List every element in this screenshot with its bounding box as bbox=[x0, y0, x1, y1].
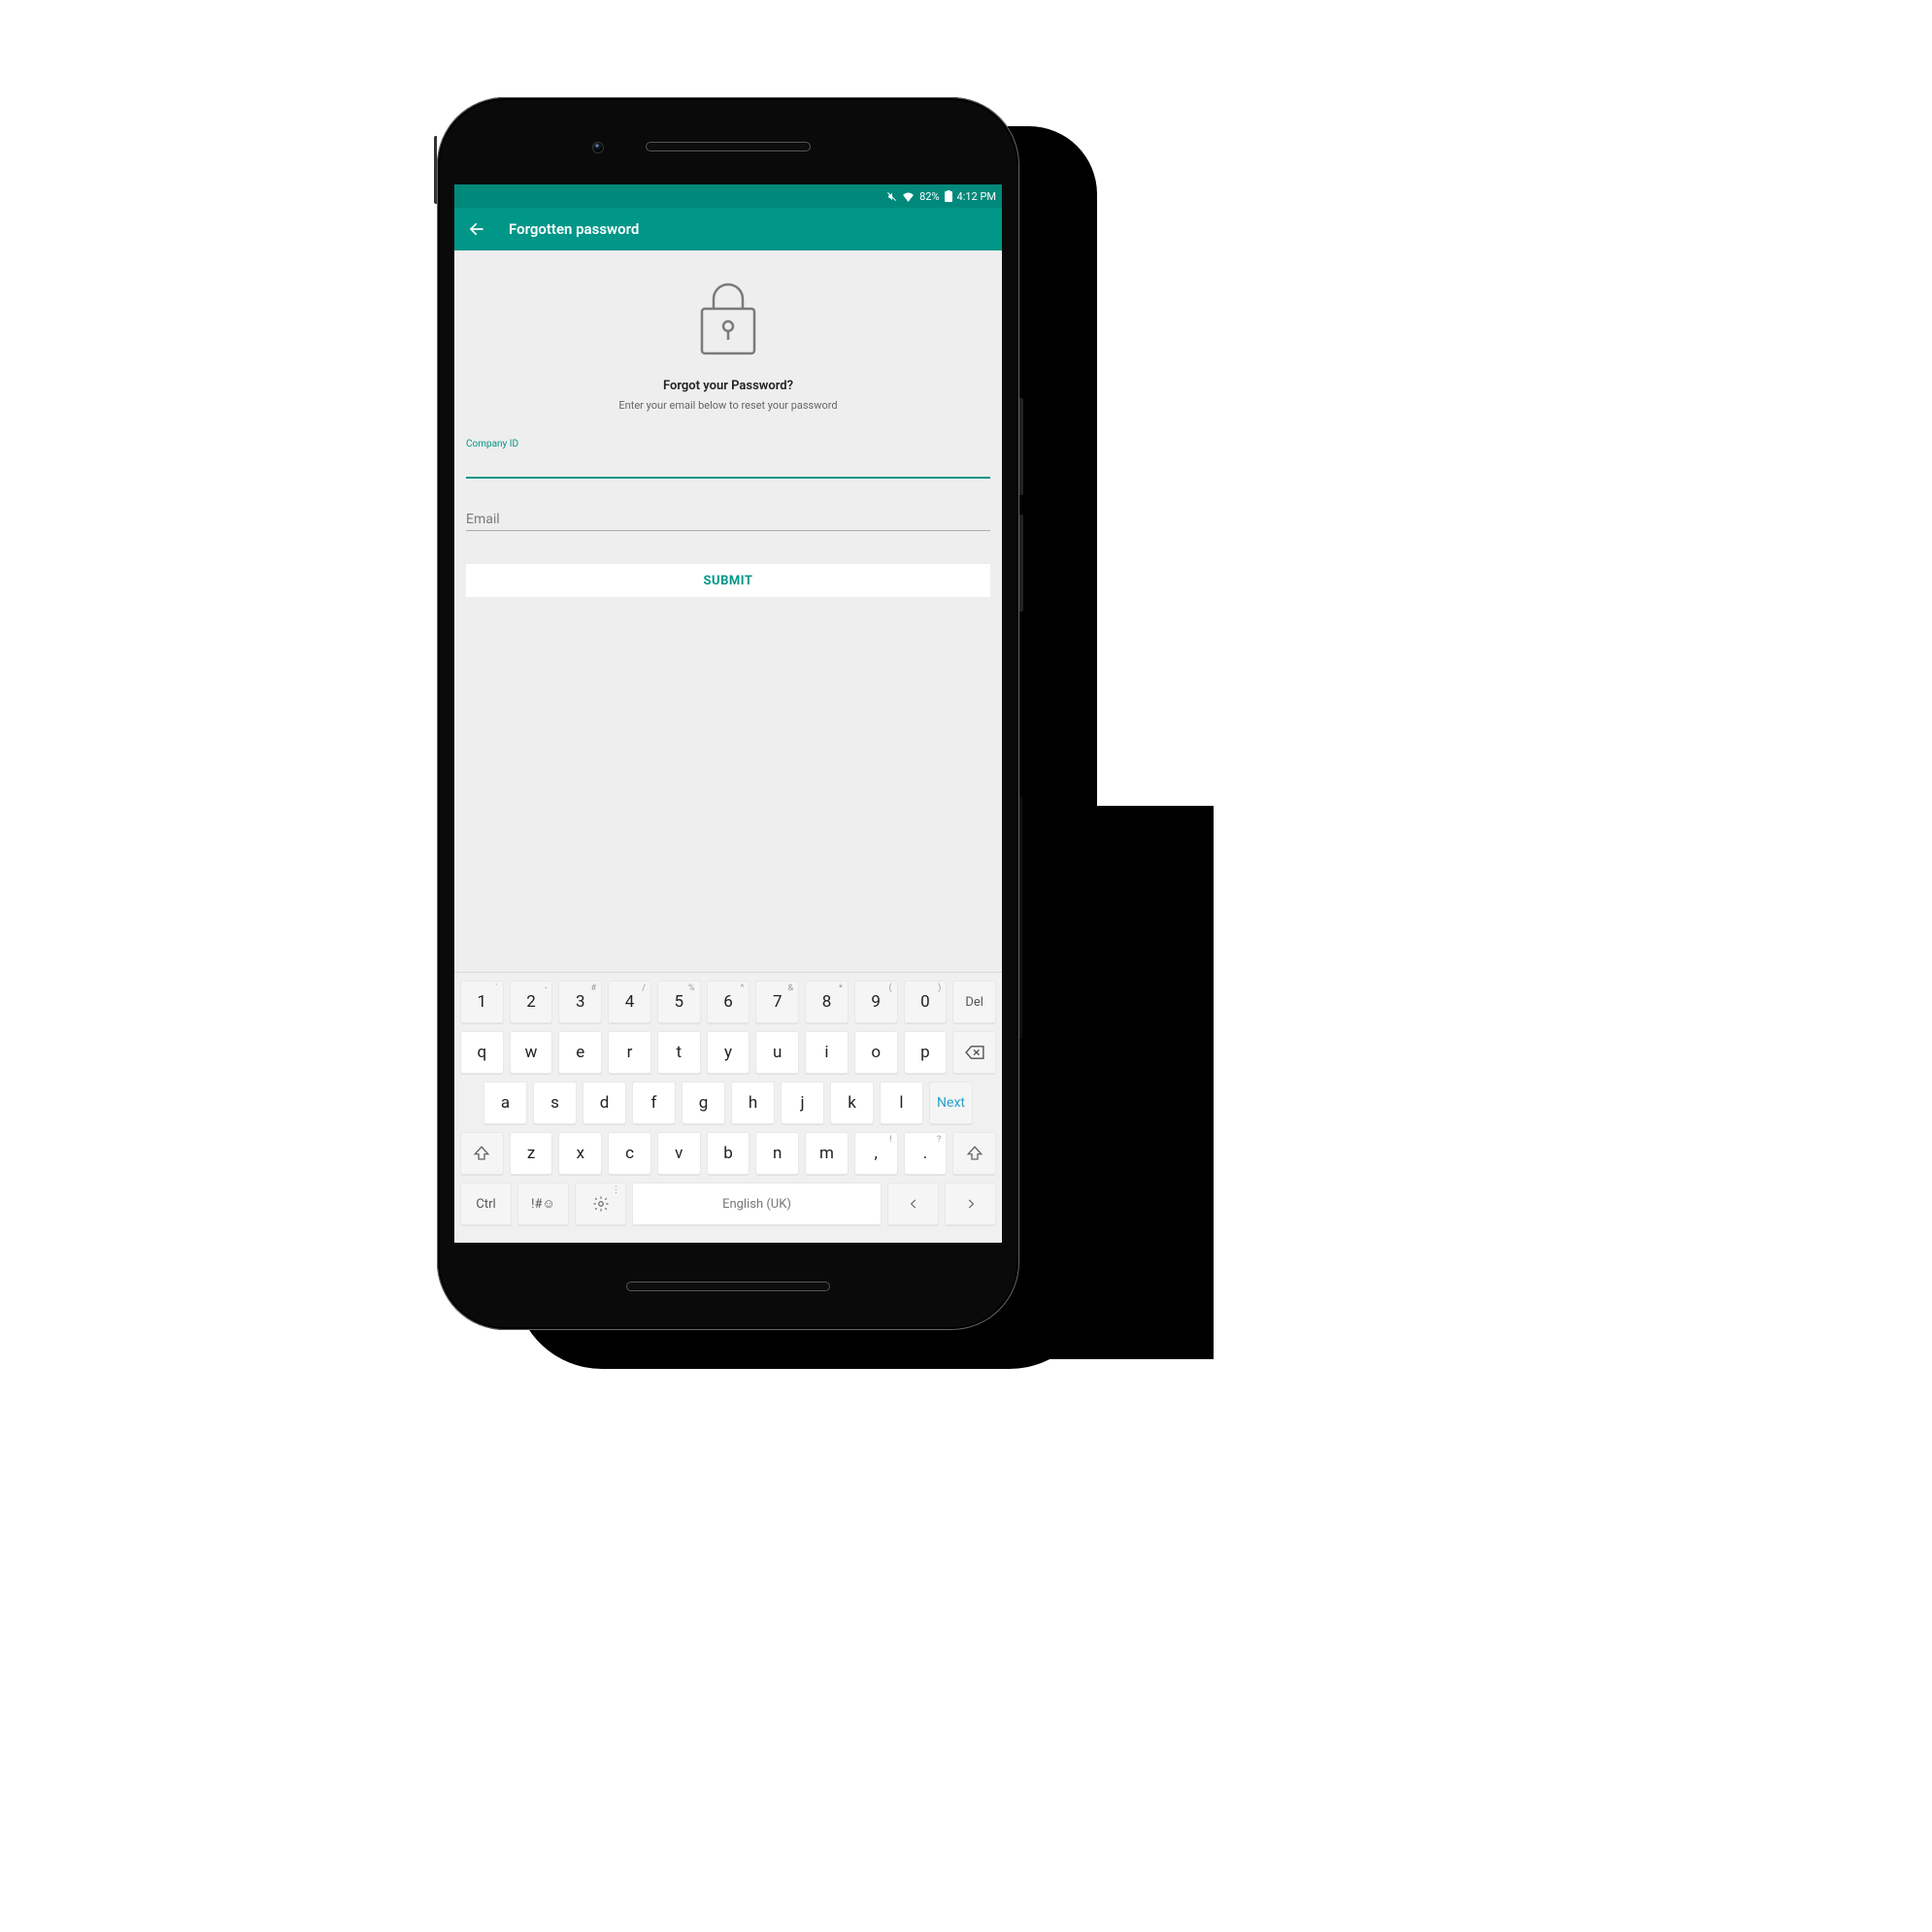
back-icon[interactable] bbox=[468, 220, 485, 238]
key-s[interactable]: s bbox=[533, 1082, 577, 1124]
battery-icon bbox=[945, 190, 952, 202]
content: Forgot your Password? Enter your email b… bbox=[454, 250, 1002, 597]
key-l[interactable]: l bbox=[880, 1082, 923, 1124]
lock-icon bbox=[466, 280, 990, 361]
key-9[interactable]: 9( bbox=[854, 981, 898, 1023]
key-b[interactable]: b bbox=[707, 1132, 750, 1175]
key-m[interactable]: m bbox=[805, 1132, 849, 1175]
key-arrow-left[interactable] bbox=[887, 1183, 939, 1225]
key-2[interactable]: 2- bbox=[510, 981, 553, 1023]
key-x[interactable]: x bbox=[558, 1132, 602, 1175]
key-shift-right[interactable] bbox=[952, 1132, 996, 1175]
key-n[interactable]: n bbox=[755, 1132, 799, 1175]
keyboard-row-3: asdfghjklNext bbox=[460, 1082, 996, 1124]
app-bar: Forgotten password bbox=[454, 208, 1002, 250]
phone-volume-up bbox=[1019, 398, 1023, 495]
key-space[interactable]: English (UK) bbox=[632, 1183, 882, 1225]
key-q[interactable]: q bbox=[460, 1031, 504, 1074]
key-r[interactable]: r bbox=[608, 1031, 651, 1074]
key-y[interactable]: y bbox=[707, 1031, 750, 1074]
key-t[interactable]: t bbox=[657, 1031, 701, 1074]
keyboard-row-2: qwertyuiop bbox=[460, 1031, 996, 1074]
app-bar-title: Forgotten password bbox=[509, 220, 639, 238]
key-w[interactable]: w bbox=[510, 1031, 553, 1074]
mute-icon bbox=[886, 191, 897, 202]
key-backspace[interactable] bbox=[952, 1031, 996, 1074]
key-z[interactable]: z bbox=[510, 1132, 553, 1175]
key-comma[interactable]: ,! bbox=[854, 1132, 898, 1175]
email-field: . bbox=[466, 506, 990, 531]
key-symbols[interactable]: !#☺ bbox=[517, 1183, 569, 1225]
key-3[interactable]: 3# bbox=[558, 981, 602, 1023]
key-o[interactable]: o bbox=[854, 1031, 898, 1074]
phone-frame: 82% 4:12 PM Forgotten password bbox=[437, 97, 1019, 1330]
phone-earpiece bbox=[646, 142, 811, 151]
key-i[interactable]: i bbox=[805, 1031, 849, 1074]
key-6[interactable]: 6^ bbox=[707, 981, 750, 1023]
submit-button[interactable]: SUBMIT bbox=[466, 564, 990, 597]
key-1[interactable]: 1` bbox=[460, 981, 504, 1023]
key-period[interactable]: .? bbox=[904, 1132, 948, 1175]
key-v[interactable]: v bbox=[657, 1132, 701, 1175]
key-ctrl[interactable]: Ctrl bbox=[460, 1183, 512, 1225]
key-h[interactable]: h bbox=[731, 1082, 775, 1124]
key-settings[interactable]: ⋮ bbox=[575, 1183, 626, 1225]
key-c[interactable]: c bbox=[608, 1132, 651, 1175]
key-k[interactable]: k bbox=[830, 1082, 874, 1124]
phone-speaker-bottom bbox=[626, 1282, 830, 1291]
company-id-field: Company ID bbox=[466, 439, 990, 479]
status-time: 4:12 PM bbox=[957, 190, 996, 203]
key-8[interactable]: 8* bbox=[805, 981, 849, 1023]
phone-volume-down bbox=[1019, 515, 1023, 612]
key-0[interactable]: 0) bbox=[904, 981, 948, 1023]
key-5[interactable]: 5% bbox=[657, 981, 701, 1023]
key-a[interactable]: a bbox=[483, 1082, 527, 1124]
key-arrow-right[interactable] bbox=[945, 1183, 996, 1225]
key-f[interactable]: f bbox=[632, 1082, 676, 1124]
key-u[interactable]: u bbox=[755, 1031, 799, 1074]
keyboard-row-4: zxcvbnm,!.? bbox=[460, 1132, 996, 1175]
key-d[interactable]: d bbox=[583, 1082, 626, 1124]
key-next[interactable]: Next bbox=[929, 1082, 973, 1124]
company-id-label: Company ID bbox=[466, 439, 990, 450]
status-bar: 82% 4:12 PM bbox=[454, 184, 1002, 208]
keyboard-row-5: Ctrl!#☺⋮English (UK) bbox=[460, 1183, 996, 1225]
key-g[interactable]: g bbox=[682, 1082, 725, 1124]
key-shift-left[interactable] bbox=[460, 1132, 504, 1175]
key-j[interactable]: j bbox=[781, 1082, 824, 1124]
phone-power-strip bbox=[1019, 796, 1022, 1039]
key-7[interactable]: 7& bbox=[755, 981, 799, 1023]
key-4[interactable]: 4/ bbox=[608, 981, 651, 1023]
forgot-subline: Enter your email below to reset your pas… bbox=[466, 399, 990, 412]
key-del[interactable]: Del bbox=[952, 981, 996, 1023]
battery-percent: 82% bbox=[919, 190, 939, 203]
keyboard: 1`2-3#4/5%6^7&8*9(0)Del qwertyuiop asdfg… bbox=[454, 972, 1002, 1243]
wifi-icon bbox=[902, 191, 915, 202]
key-p[interactable]: p bbox=[904, 1031, 948, 1074]
forgot-headline: Forgot your Password? bbox=[466, 379, 990, 393]
email-input[interactable] bbox=[466, 506, 990, 531]
keyboard-row-1: 1`2-3#4/5%6^7&8*9(0)Del bbox=[460, 981, 996, 1023]
screen: 82% 4:12 PM Forgotten password bbox=[454, 184, 1002, 1243]
company-id-input[interactable] bbox=[466, 451, 990, 479]
phone-camera bbox=[592, 142, 604, 153]
key-e[interactable]: e bbox=[558, 1031, 602, 1074]
